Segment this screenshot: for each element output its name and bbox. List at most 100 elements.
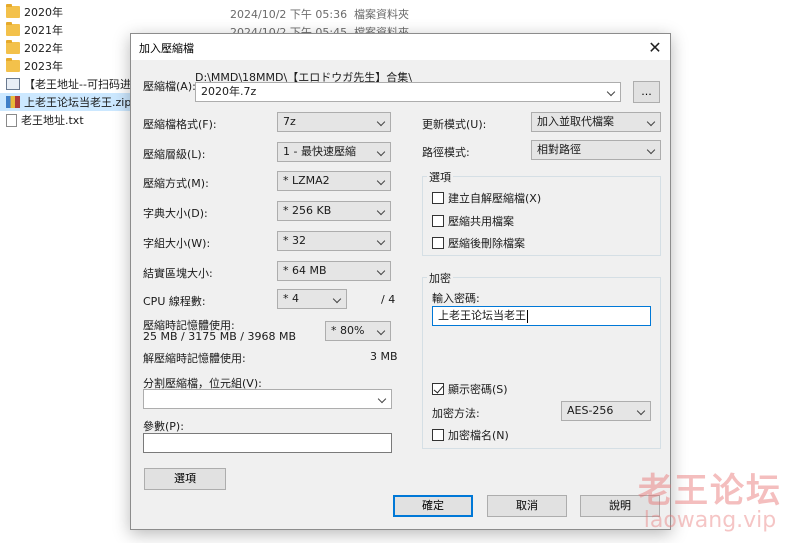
chevron-down-icon[interactable] bbox=[648, 119, 656, 125]
level-select[interactable]: 1 - 最快速壓縮 bbox=[277, 142, 391, 162]
show-password-checkbox[interactable]: 顯示密碼(S) bbox=[432, 381, 508, 397]
chevron-down-icon[interactable] bbox=[608, 89, 616, 95]
encrypt-names-label: 加密檔名(N) bbox=[448, 429, 509, 442]
method-value: * LZMA2 bbox=[283, 174, 330, 187]
watermark-url: laowang.vip bbox=[643, 508, 777, 533]
add-to-archive-dialog: 加入壓縮檔 ✕ 壓縮檔(A): D:\MMD\18MMD\【エロドウガ先生】合集… bbox=[130, 33, 671, 530]
image-file-icon bbox=[6, 78, 20, 90]
threads-select[interactable]: * 4 bbox=[277, 289, 347, 309]
list-item[interactable]: 上老王论坛当老王.zip bbox=[0, 93, 132, 111]
list-item[interactable]: 2022年 bbox=[0, 39, 63, 57]
enc-method-label: 加密方法: bbox=[432, 407, 480, 420]
chevron-down-icon[interactable] bbox=[378, 149, 386, 155]
chevron-down-icon[interactable] bbox=[379, 396, 387, 402]
path-mode-select[interactable]: 相對路徑 bbox=[531, 140, 661, 160]
dialog-titlebar[interactable]: 加入壓縮檔 ✕ bbox=[131, 34, 670, 60]
solid-value: * 64 MB bbox=[283, 264, 327, 277]
mem-detail: 25 MB / 3175 MB / 3968 MB bbox=[143, 330, 296, 343]
enc-method-value: AES-256 bbox=[567, 404, 614, 417]
watermark: 老王论坛 laowang.vip bbox=[638, 463, 782, 533]
file-name: 2020年 bbox=[24, 6, 63, 19]
level-value: 1 - 最快速壓縮 bbox=[283, 145, 356, 158]
archive-name-value: 2020年.7z bbox=[201, 85, 257, 98]
list-item[interactable]: 2023年 bbox=[0, 57, 63, 75]
list-item[interactable]: 2021年 bbox=[0, 21, 63, 39]
cancel-button[interactable]: 取消 bbox=[487, 495, 567, 517]
format-select[interactable]: 7z bbox=[277, 112, 391, 132]
text-file-icon bbox=[6, 113, 17, 127]
ok-button[interactable]: 確定 bbox=[393, 495, 473, 517]
threads-value: * 4 bbox=[283, 292, 299, 305]
archive-label: 壓縮檔(A): bbox=[143, 80, 196, 93]
update-value: 加入並取代檔案 bbox=[537, 115, 614, 128]
chevron-down-icon[interactable] bbox=[334, 296, 342, 302]
update-label: 更新模式(U): bbox=[422, 118, 487, 131]
file-name: 2021年 bbox=[24, 24, 63, 37]
chevron-down-icon[interactable] bbox=[638, 408, 646, 414]
file-type: 檔案資料夾 bbox=[354, 8, 409, 21]
decomp-label: 解壓縮時記憶體使用: bbox=[143, 352, 246, 365]
folder-icon bbox=[6, 22, 20, 36]
sfx-checkbox[interactable]: 建立自解壓縮檔(X) bbox=[432, 190, 541, 206]
word-select[interactable]: * 32 bbox=[277, 231, 391, 251]
solid-select[interactable]: * 64 MB bbox=[277, 261, 391, 281]
browse-button[interactable]: ... bbox=[633, 81, 660, 103]
file-date: 2024/10/2 下午 05:36 bbox=[230, 8, 348, 21]
file-name: 2022年 bbox=[24, 42, 63, 55]
params-label: 參數(P): bbox=[143, 420, 184, 433]
enc-method-select[interactable]: AES-256 bbox=[561, 401, 651, 421]
decomp-value: 3 MB bbox=[370, 350, 398, 363]
dict-select[interactable]: * 256 KB bbox=[277, 201, 391, 221]
text-caret bbox=[527, 309, 528, 323]
password-value: 上老王论坛当老王 bbox=[438, 309, 526, 322]
archive-name-combo[interactable]: 2020年.7z bbox=[195, 82, 621, 102]
format-label: 壓縮檔格式(F): bbox=[143, 118, 217, 131]
password-input[interactable]: 上老王论坛当老王 bbox=[432, 306, 651, 326]
list-item[interactable]: 老王地址.txt bbox=[0, 111, 84, 129]
password-label: 輸入密碼: bbox=[432, 292, 480, 305]
file-name: 老王地址.txt bbox=[21, 114, 84, 127]
dialog-title: 加入壓縮檔 bbox=[139, 42, 194, 55]
split-combo[interactable] bbox=[143, 389, 392, 409]
list-item[interactable]: 2020年 bbox=[0, 3, 63, 21]
path-mode-value: 相對路徑 bbox=[537, 143, 581, 156]
update-select[interactable]: 加入並取代檔案 bbox=[531, 112, 661, 132]
folder-icon bbox=[6, 58, 20, 72]
encryption-group-title: 加密 bbox=[427, 270, 453, 286]
zip-file-icon bbox=[6, 96, 20, 108]
chevron-down-icon[interactable] bbox=[378, 208, 386, 214]
checkbox-box[interactable] bbox=[432, 383, 444, 395]
dict-label: 字典大小(D): bbox=[143, 207, 208, 220]
checkbox-box[interactable] bbox=[432, 237, 444, 249]
checkbox-box[interactable] bbox=[432, 215, 444, 227]
threads-max: / 4 bbox=[381, 293, 396, 306]
shared-label: 壓縮共用檔案 bbox=[448, 215, 514, 228]
file-name: 上老王论坛当老王.zip bbox=[24, 96, 132, 109]
dict-value: * 256 KB bbox=[283, 204, 332, 217]
sfx-label: 建立自解壓縮檔(X) bbox=[448, 192, 542, 205]
folder-icon bbox=[6, 40, 20, 54]
chevron-down-icon[interactable] bbox=[378, 178, 386, 184]
method-select[interactable]: * LZMA2 bbox=[277, 171, 391, 191]
shared-checkbox[interactable]: 壓縮共用檔案 bbox=[432, 213, 514, 229]
checkbox-box[interactable] bbox=[432, 192, 444, 204]
delete-checkbox[interactable]: 壓縮後刪除檔案 bbox=[432, 235, 525, 251]
delete-label: 壓縮後刪除檔案 bbox=[448, 237, 525, 250]
params-input[interactable] bbox=[143, 433, 392, 453]
options-button[interactable]: 選項 bbox=[144, 468, 226, 490]
encrypt-names-checkbox[interactable]: 加密檔名(N) bbox=[432, 427, 509, 443]
mem-select[interactable]: * 80% bbox=[325, 321, 391, 341]
method-label: 壓縮方式(M): bbox=[143, 177, 209, 190]
format-value: 7z bbox=[283, 115, 296, 128]
chevron-down-icon[interactable] bbox=[378, 238, 386, 244]
chevron-down-icon[interactable] bbox=[648, 147, 656, 153]
mem-value: * 80% bbox=[331, 324, 365, 337]
checkbox-box[interactable] bbox=[432, 429, 444, 441]
chevron-down-icon[interactable] bbox=[378, 328, 386, 334]
watermark-title: 老王论坛 bbox=[638, 471, 782, 511]
chevron-down-icon[interactable] bbox=[378, 119, 386, 125]
folder-icon bbox=[6, 4, 20, 18]
list-item[interactable]: 【老王地址--可扫码进入 bbox=[0, 75, 142, 93]
chevron-down-icon[interactable] bbox=[378, 268, 386, 274]
close-icon[interactable]: ✕ bbox=[640, 34, 670, 60]
